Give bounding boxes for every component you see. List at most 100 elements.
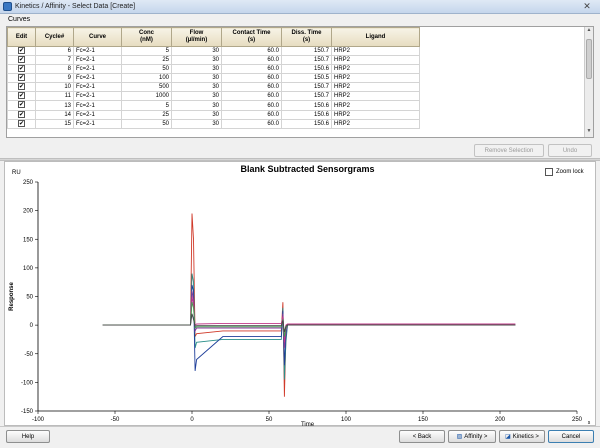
y-unit-label: RU [12,170,21,176]
column-header[interactable]: Flow (µl/min) [171,27,222,47]
y-tick-label: 0 [30,323,34,329]
table-row[interactable]: ✔ 7 Fc=2-1 25 30 60.0 150.7 HRP2 [7,55,420,66]
cell-curve: Fc=2-1 [73,73,122,84]
edit-checkbox[interactable]: ✔ [18,111,25,118]
edit-checkbox[interactable]: ✔ [18,92,25,100]
scroll-thumb[interactable] [586,39,592,79]
cell-conc: 5 [121,45,172,57]
cell-curve: Fc=2-1 [73,100,122,111]
cell-curve: Fc=2-1 [73,118,122,129]
edit-checkbox-cell[interactable]: ✔ [7,100,36,111]
cell-diss: 150.7 [281,55,332,66]
cell-ligand: HRP2 [331,100,420,111]
table-row[interactable]: ✔ 6 Fc=2-1 5 30 60.0 150.7 HRP2 [7,45,420,57]
y-tick-label: -50 [24,352,33,358]
cell-conc: 25 [121,109,172,120]
table-row[interactable]: ✔ 11 Fc=2-1 1000 30 60.0 150.7 HRP2 [7,91,420,102]
table-row[interactable]: ✔ 9 Fc=2-1 100 30 60.0 150.5 HRP2 [7,73,420,84]
table-scrollbar[interactable]: ▲ ▼ [584,27,593,137]
edit-checkbox[interactable]: ✔ [18,74,25,82]
edit-checkbox-cell[interactable]: ✔ [7,45,36,57]
table-row[interactable]: ✔ 14 Fc=2-1 25 30 60.0 150.6 HRP2 [7,109,420,120]
edit-checkbox[interactable]: ✔ [18,120,25,127]
table-row[interactable]: ✔ 13 Fc=2-1 5 30 60.0 150.6 HRP2 [7,100,420,111]
edit-checkbox-cell[interactable]: ✔ [7,73,36,84]
cell-ligand: HRP2 [331,91,420,102]
affinity-button[interactable]: ▨ Affinity > [448,430,496,443]
column-header[interactable]: Curve [73,27,122,47]
edit-checkbox-cell[interactable]: ✔ [7,64,36,75]
cell-ligand: HRP2 [331,45,420,57]
cell-flow: 30 [171,82,222,93]
scroll-up-icon[interactable]: ▲ [585,27,593,36]
kinetics-button[interactable]: ◪ Kinetics > [499,430,545,443]
edit-checkbox[interactable]: ✔ [18,65,25,73]
edit-checkbox[interactable]: ✔ [18,47,25,54]
cell-conc: 50 [121,64,172,75]
sensorgram-series-line [102,302,516,337]
y-tick-label: 50 [26,295,33,301]
cell-cycle: 8 [35,64,74,75]
cell-conc: 25 [121,55,172,66]
column-header[interactable]: Cycle# [35,27,74,47]
cell-diss: 150.6 [281,64,332,75]
y-tick-label: 100 [23,266,34,272]
cell-ligand: HRP2 [331,118,420,129]
cell-ligand: HRP2 [331,82,420,93]
zoom-lock-label: Zoom lock [556,169,584,175]
column-header[interactable]: Contact Time (s) [221,27,282,47]
column-header[interactable]: Diss. Time (s) [281,27,332,47]
edit-checkbox-cell[interactable]: ✔ [7,118,36,129]
window-title: Kinetics / Affinity - Select Data [Creat… [15,3,136,10]
cell-flow: 30 [171,100,222,111]
cell-contact: 60.0 [221,109,282,120]
x-tick-label: 150 [418,417,429,423]
chart-title: Blank Subtracted Sensorgrams [240,164,374,174]
scroll-down-icon[interactable]: ▼ [585,128,593,137]
sensorgram-chart: Blank Subtracted SensorgramsRUTime sRespo… [9,164,591,427]
edit-checkbox-cell[interactable]: ✔ [7,82,36,93]
sensorgram-series-line [102,213,516,397]
zoom-lock-toggle[interactable]: Zoom lock [545,168,584,176]
edit-checkbox[interactable]: ✔ [18,101,25,109]
help-button[interactable]: Help [6,430,50,443]
close-icon[interactable]: ✕ [580,1,594,12]
affinity-icon: ▨ [456,434,463,440]
cell-cycle: 7 [35,55,74,66]
cell-curve: Fc=2-1 [73,82,122,93]
kinetics-button-label: Kinetics > [512,433,539,440]
cell-diss: 150.6 [281,100,332,111]
column-header[interactable]: Ligand [331,27,420,47]
table-row[interactable]: ✔ 8 Fc=2-1 50 30 60.0 150.6 HRP2 [7,64,420,75]
edit-checkbox[interactable]: ✔ [18,83,25,91]
cell-flow: 30 [171,45,222,57]
cell-contact: 60.0 [221,82,282,93]
edit-checkbox-cell[interactable]: ✔ [7,55,36,66]
column-header[interactable]: Conc (nM) [121,27,172,47]
cell-cycle: 9 [35,73,74,84]
x-tick-label: 100 [341,417,352,423]
kinetics-icon: ◪ [505,434,511,440]
back-button[interactable]: < Back [399,430,445,443]
title-bar: Kinetics / Affinity - Select Data [Creat… [0,0,600,14]
table-row[interactable]: ✔ 15 Fc=2-1 50 30 60.0 150.6 HRP2 [7,118,420,129]
remove-selection-button[interactable]: Remove Selection [474,144,544,157]
cell-cycle: 13 [35,100,74,111]
cell-cycle: 10 [35,82,74,93]
column-header[interactable]: Edit [7,27,36,47]
cancel-button[interactable]: Cancel [548,430,594,443]
chart-panel: Blank Subtracted Sensorgrams RU Time s Respo… [4,161,596,427]
zoom-lock-checkbox[interactable] [545,168,553,176]
sensorgram-series-line [102,273,516,380]
undo-button[interactable]: Undo [548,144,592,157]
cell-diss: 150.7 [281,82,332,93]
cell-curve: Fc=2-1 [73,64,122,75]
edit-checkbox[interactable]: ✔ [18,56,25,64]
cell-ligand: HRP2 [331,64,420,75]
edit-checkbox-cell[interactable]: ✔ [7,109,36,120]
cell-contact: 60.0 [221,64,282,75]
table-row[interactable]: ✔ 10 Fc=2-1 500 30 60.0 150.7 HRP2 [7,82,420,93]
cell-flow: 30 [171,55,222,66]
edit-checkbox-cell[interactable]: ✔ [7,91,36,102]
cell-diss: 150.6 [281,118,332,129]
